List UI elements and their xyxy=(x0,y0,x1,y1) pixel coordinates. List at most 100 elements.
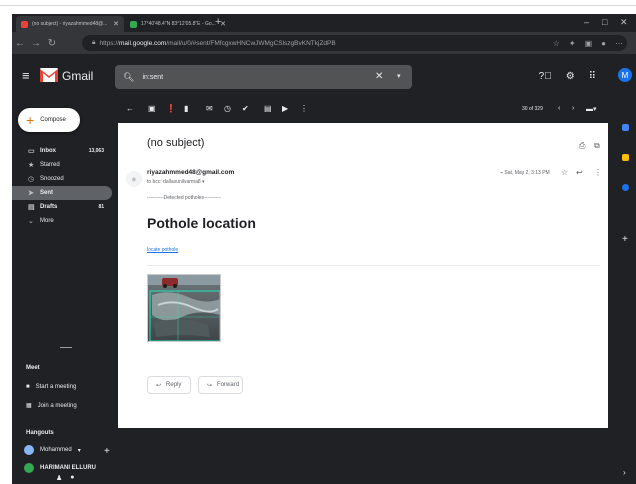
search-input[interactable]: in:sent xyxy=(142,74,163,81)
snooze-icon[interactable]: ◷ xyxy=(224,104,231,113)
meet-section-title: Meet xyxy=(26,365,40,371)
message-divider xyxy=(147,265,600,266)
archive-icon[interactable]: ▣ xyxy=(148,104,156,113)
delete-icon[interactable]: ▮ xyxy=(184,104,188,113)
maximize-button[interactable]: □ xyxy=(602,17,607,27)
add-task-icon[interactable]: ✔ xyxy=(242,104,249,113)
back-arrow-icon[interactable]: ← xyxy=(12,38,28,49)
navigation-bar: ← → ↻ 🔒︎ https:// mail.google.com /mail/… xyxy=(12,32,636,54)
calendar-icon[interactable] xyxy=(622,124,629,131)
new-tab-button[interactable]: + xyxy=(215,16,221,28)
maps-favicon-icon xyxy=(130,20,137,28)
sender-email[interactable]: riyazahmmed48@gmail.com xyxy=(147,169,234,176)
gmail-logo-text: Gmail xyxy=(62,69,94,83)
pagination-text: 30 of 329 xyxy=(522,106,543,112)
tab-title: (no subject) - riyazahmmed48@... xyxy=(32,21,108,27)
sidebar-item-more[interactable]: ⌄ More xyxy=(12,214,118,228)
reload-icon[interactable]: ↻ xyxy=(44,38,60,49)
tasks-icon[interactable] xyxy=(622,184,629,191)
join-meeting-link[interactable]: ▦ Join a meeting xyxy=(26,402,77,410)
recipient-line[interactable]: to bcc: dallasunilvarma8 ▾ xyxy=(147,179,205,185)
reply-label: Reply xyxy=(166,382,182,388)
reply-arrow-icon: ↩ xyxy=(156,382,162,389)
apps-grid-icon[interactable]: ⠿ xyxy=(589,71,596,82)
add-contact-icon[interactable]: + xyxy=(104,446,110,457)
address-bar[interactable]: 🔒︎ https:// mail.google.com /mail/u/0/#s… xyxy=(82,35,627,51)
gmail-favicon-icon xyxy=(21,20,28,28)
close-tab-icon[interactable]: ✕ xyxy=(113,20,119,28)
sidebar-item-sent[interactable]: ➤ Sent xyxy=(12,186,112,200)
keep-icon[interactable] xyxy=(622,154,629,161)
forward-button[interactable]: ↪ Forward xyxy=(198,376,243,394)
star-icon: ★ xyxy=(28,162,35,169)
reply-button[interactable]: ↩ Reply xyxy=(147,376,191,394)
newer-icon[interactable]: › xyxy=(572,105,574,112)
hangouts-footer: ♟ ● xyxy=(56,474,75,482)
locate-pothole-link[interactable]: locate pothole xyxy=(147,247,178,253)
label-icon[interactable]: ▶ xyxy=(282,104,288,113)
url-prefix: https:// xyxy=(99,39,119,47)
search-box[interactable]: 🔍︎ in:sent ✕ ▾ xyxy=(115,65,412,89)
forward-arrow-icon: ↪ xyxy=(207,382,213,389)
folder-nav: ▭ Inbox 13,063 ★ Starred ◷ Snoozed ➤ Sen… xyxy=(12,144,118,228)
compose-button[interactable]: + Compose xyxy=(18,108,80,132)
forward-arrow-icon[interactable]: → xyxy=(28,38,44,49)
hangouts-avatar xyxy=(24,445,34,455)
star-icon[interactable]: ☆ xyxy=(561,168,568,177)
draft-icon: ▤ xyxy=(28,204,35,211)
sidebar-item-starred[interactable]: ★ Starred xyxy=(12,158,118,172)
hangouts-section-title: Hangouts xyxy=(26,430,54,436)
clear-search-icon[interactable]: ✕ xyxy=(375,71,383,82)
search-options-icon[interactable]: ▾ xyxy=(397,72,401,80)
hangouts-contact-name: HARIMANI ELLURU xyxy=(40,465,96,471)
close-window-button[interactable]: ✕ xyxy=(620,17,628,28)
more-actions-icon[interactable]: ⋮ xyxy=(300,104,308,113)
sidebar-item-drafts[interactable]: ▤ Drafts 81 xyxy=(12,200,118,214)
location-icon[interactable]: ● xyxy=(70,474,74,482)
show-side-panel-icon[interactable]: › xyxy=(623,468,626,477)
more-vert-icon[interactable]: ⋮ xyxy=(594,168,602,177)
get-addons-icon[interactable]: + xyxy=(622,234,628,245)
tab-gmail[interactable]: (no subject) - riyazahmmed48@... ✕ xyxy=(16,16,124,32)
contact-avatar xyxy=(24,463,34,473)
minimize-button[interactable]: – xyxy=(584,17,589,27)
settings-gear-icon[interactable]: ⚙ xyxy=(566,71,575,82)
search-icon[interactable]: 🔍︎ xyxy=(123,72,134,83)
tab-title: 17°40'48.4"N 83°12'05.8"E - Go... xyxy=(141,21,216,27)
start-meeting-label: Start a meeting xyxy=(35,384,77,390)
person-icon[interactable]: ♟ xyxy=(56,474,62,482)
account-avatar[interactable]: M xyxy=(618,68,632,82)
message-toolbar: ← ▣ ❗ ▮ ✉ ◷ ✔ ▤ ▶ ⋮ 30 of 329 ‹ › ▬▾ xyxy=(118,100,608,122)
reply-icon[interactable]: ↩ xyxy=(576,168,583,177)
keyboard-icon: ▦ xyxy=(26,403,32,409)
sidebar-item-inbox[interactable]: ▭ Inbox 13,063 xyxy=(12,144,118,158)
back-to-list-icon[interactable]: ← xyxy=(126,104,134,113)
older-icon[interactable]: ‹ xyxy=(558,105,560,112)
main-menu-icon[interactable]: ≡ xyxy=(22,68,30,83)
gmail-header: ≡ Gmail 🔍︎ in:sent ✕ ▾ ?⃝ ⚙ ⠿ M xyxy=(12,54,636,100)
hangouts-contact[interactable]: HARIMANI ELLURU xyxy=(24,463,96,473)
input-tools-icon[interactable]: ▬▾ xyxy=(586,105,597,113)
profile-icon[interactable]: ● xyxy=(601,39,606,48)
chevron-down-icon[interactable]: ▾ xyxy=(202,179,205,185)
sidebar-item-label: Starred xyxy=(40,162,60,168)
help-icon[interactable]: ?⃝ xyxy=(539,71,552,82)
pothole-photo[interactable] xyxy=(147,274,221,342)
screenshot-frame: (no subject) - riyazahmmed48@... ✕ 17°40… xyxy=(0,0,636,484)
browser-menu-icon[interactable]: ⋯ xyxy=(615,39,623,48)
extension-icon[interactable]: ✦ xyxy=(569,39,576,48)
browser-window: (no subject) - riyazahmmed48@... ✕ 17°40… xyxy=(12,14,636,484)
print-icon[interactable]: ⎙ xyxy=(579,141,585,151)
join-meeting-label: Join a meeting xyxy=(37,402,77,409)
move-to-icon[interactable]: ▤ xyxy=(264,104,272,113)
hangouts-user[interactable]: Mohammed ▾ xyxy=(24,445,81,455)
sidebar-item-snoozed[interactable]: ◷ Snoozed xyxy=(12,172,118,186)
bookmark-star-icon[interactable]: ☆ xyxy=(553,39,560,48)
sidebar-item-label: Snoozed xyxy=(40,176,64,182)
reading-list-icon[interactable]: ▣ xyxy=(585,39,593,48)
start-meeting-link[interactable]: ■ Start a meeting xyxy=(26,384,76,390)
chevron-down-icon: ⌄ xyxy=(28,218,34,225)
open-new-window-icon[interactable]: ⧉ xyxy=(594,141,600,151)
mark-unread-icon[interactable]: ✉ xyxy=(206,104,213,113)
report-spam-icon[interactable]: ❗ xyxy=(166,104,176,113)
